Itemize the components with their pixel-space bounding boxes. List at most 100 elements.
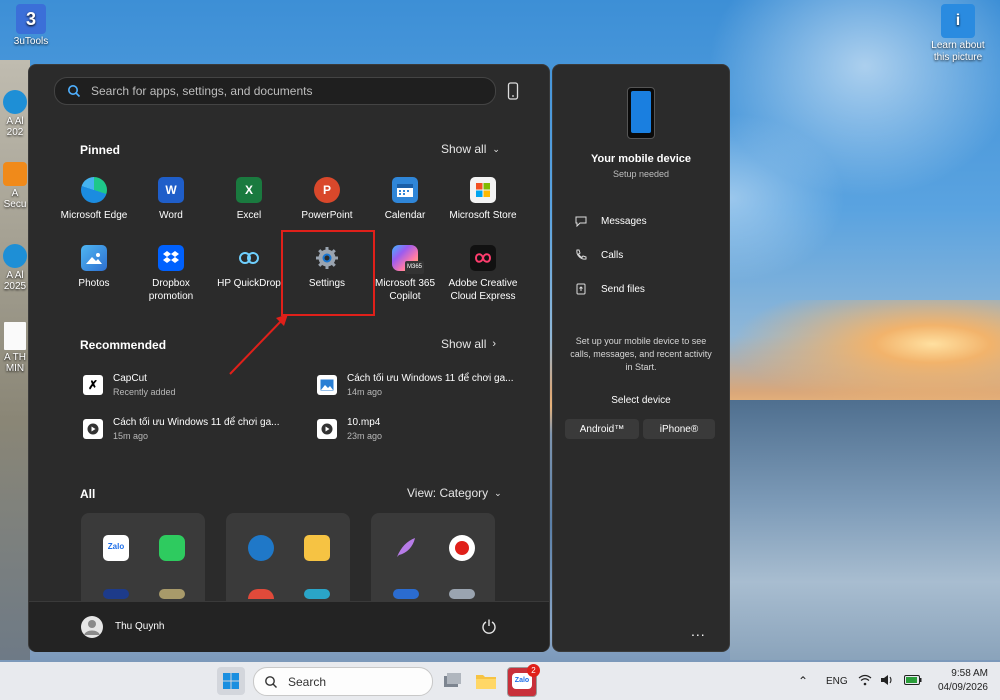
edge-icon: [81, 177, 107, 203]
desktop-icon-3utools[interactable]: 3 3uTools: [8, 4, 54, 47]
user-name[interactable]: Thu Quynh: [115, 621, 164, 632]
desktop-icon-edge-shortcut-2[interactable]: A Al 2025: [2, 244, 28, 292]
settings-highlight-box: [281, 230, 375, 316]
select-device-label: Select device: [611, 395, 671, 406]
chevron-down-icon: ⌄: [492, 143, 500, 154]
record-icon: [449, 535, 475, 561]
recommended-item-capcut[interactable]: ✗ CapCut Recently added: [83, 373, 176, 397]
edge-icon: [3, 90, 27, 114]
pinned-app-dropbox[interactable]: Dropbox promotion: [132, 245, 210, 303]
view-category-dropdown[interactable]: View: Category ⌄: [407, 486, 502, 500]
file-explorer-icon: [304, 535, 330, 561]
desktop-icon-label: MIN: [5, 363, 25, 374]
clock-time[interactable]: 9:58 AM: [936, 668, 988, 679]
quickdrop-icon: [236, 245, 262, 271]
desktop-icon-document[interactable]: A TH MIN: [2, 322, 28, 374]
pinned-app-adobe-express[interactable]: Adobe Creative Cloud Express: [444, 245, 522, 303]
recommended-item-time: Recently added: [113, 387, 176, 397]
pinned-title: Pinned: [80, 143, 121, 157]
mobile-device-toggle-icon[interactable]: [507, 82, 519, 100]
android-button[interactable]: Android™: [565, 419, 639, 439]
phone-item-label: Calls: [601, 249, 624, 261]
pinned-app-calendar[interactable]: Calendar: [366, 177, 444, 222]
task-view-icon: [444, 673, 461, 687]
phone-panel-subtitle: Setup needed: [612, 169, 670, 179]
pinned-app-photos[interactable]: Photos: [55, 245, 133, 290]
phone-panel-description: Set up your mobile device to see calls, …: [570, 336, 712, 372]
phone-item-calls[interactable]: Calls: [575, 249, 623, 261]
power-icon[interactable]: [481, 618, 497, 634]
start-search-box[interactable]: Search for apps, settings, and documents: [54, 77, 496, 105]
recommended-item-video-2[interactable]: 10.mp4 23m ago: [317, 417, 382, 441]
start-button[interactable]: [217, 667, 245, 695]
phone-item-messages[interactable]: Messages: [575, 215, 647, 227]
remote-desktop-icon: [248, 535, 274, 561]
phone-item-label: Messages: [601, 215, 647, 227]
app-label: Word: [159, 210, 183, 221]
desktop-icon-label: 3uTools: [13, 36, 49, 47]
desktop-icon-label: A Al: [6, 116, 24, 127]
send-file-icon: [576, 283, 586, 295]
category-folder-utilities[interactable]: [226, 513, 350, 613]
user-avatar[interactable]: [81, 616, 103, 638]
recommended-item-name: CapCut: [113, 373, 147, 384]
task-view-button[interactable]: [438, 667, 466, 695]
category-folder-creativity[interactable]: [371, 513, 495, 613]
app-icon: [159, 589, 185, 599]
image-file-icon: [317, 375, 337, 395]
category-folder-social[interactable]: Zalo: [81, 513, 205, 613]
battery-icon[interactable]: [904, 675, 922, 685]
desktop-icon-label: A: [11, 188, 19, 199]
app-label: Microsoft Edge: [60, 210, 128, 221]
pinned-app-word[interactable]: W Word: [132, 177, 210, 222]
app-label: PowerPoint: [301, 210, 353, 221]
language-indicator[interactable]: ENG: [826, 676, 848, 687]
recommended-show-all-button[interactable]: Show all ›: [441, 337, 496, 351]
annotation-arrow-icon: [229, 314, 288, 375]
chevron-right-icon: ›: [492, 338, 497, 350]
tray-chevron-up-icon[interactable]: ⌃: [798, 674, 808, 688]
recommended-item-video-1[interactable]: Cách tối ưu Windows 11 để chơi ga... 15m…: [83, 417, 279, 441]
recommended-title: Recommended: [80, 338, 167, 352]
pinned-show-all-button[interactable]: Show all ⌄: [441, 142, 500, 156]
recommended-item-time: 14m ago: [347, 387, 383, 397]
pinned-app-excel[interactable]: X Excel: [210, 177, 288, 222]
wifi-icon[interactable]: [858, 674, 872, 686]
phone-panel-title: Your mobile device: [590, 153, 692, 165]
phone-item-send-files[interactable]: Send files: [575, 283, 645, 295]
capcut-icon: ✗: [83, 375, 103, 395]
desktop-icon-learn-picture[interactable]: i Learn about this picture: [926, 4, 990, 64]
zalo-icon: Zalo: [103, 535, 129, 561]
pinned-app-hp-quickdrop[interactable]: HP QuickDrop: [210, 245, 288, 290]
desktop-icon-edge-shortcut[interactable]: A Al 202: [2, 90, 28, 138]
phone-item-label: Send files: [601, 283, 645, 295]
app-icon: [393, 589, 419, 599]
zalo-taskbar-button[interactable]: Zalo 2: [507, 664, 540, 697]
iphone-button[interactable]: iPhone®: [643, 419, 715, 439]
pinned-app-store[interactable]: Microsoft Store: [444, 177, 522, 222]
pinned-app-powerpoint[interactable]: P PowerPoint: [288, 177, 366, 222]
mobile-device-panel: Your mobile device Setup needed Messages…: [552, 64, 730, 652]
taskbar-search[interactable]: Search: [253, 667, 433, 696]
pinned-app-edge[interactable]: Microsoft Edge: [55, 177, 133, 222]
recommended-item-time: 15m ago: [113, 431, 149, 441]
recommended-item-image[interactable]: Cách tối ưu Windows 11 để chơi ga... 14m…: [317, 373, 513, 397]
word-icon: W: [158, 177, 184, 203]
search-icon: [265, 675, 277, 688]
pinned-app-m365-copilot[interactable]: M365 Microsoft 365 Copilot: [366, 245, 444, 303]
app-label: Photos: [78, 278, 110, 289]
clock-date[interactable]: 04/09/2026: [930, 682, 988, 693]
wallpaper-sea: [730, 400, 1000, 660]
app-label: Excel: [236, 210, 262, 221]
copilot-icon: M365: [392, 245, 424, 274]
file-explorer-button[interactable]: [472, 667, 500, 695]
3utools-icon: 3: [16, 4, 46, 34]
app-label: Adobe Creative Cloud Express: [448, 278, 518, 302]
volume-icon[interactable]: [880, 674, 894, 686]
app-icon: [248, 589, 274, 599]
app-label: Calendar: [384, 210, 426, 221]
m365-badge: M365: [404, 261, 424, 274]
more-options-icon[interactable]: ...: [691, 623, 706, 639]
recommended-item-name: Cách tối ưu Windows 11 để chơi ga...: [347, 373, 514, 384]
desktop-icon-security[interactable]: A Secu: [2, 162, 28, 210]
